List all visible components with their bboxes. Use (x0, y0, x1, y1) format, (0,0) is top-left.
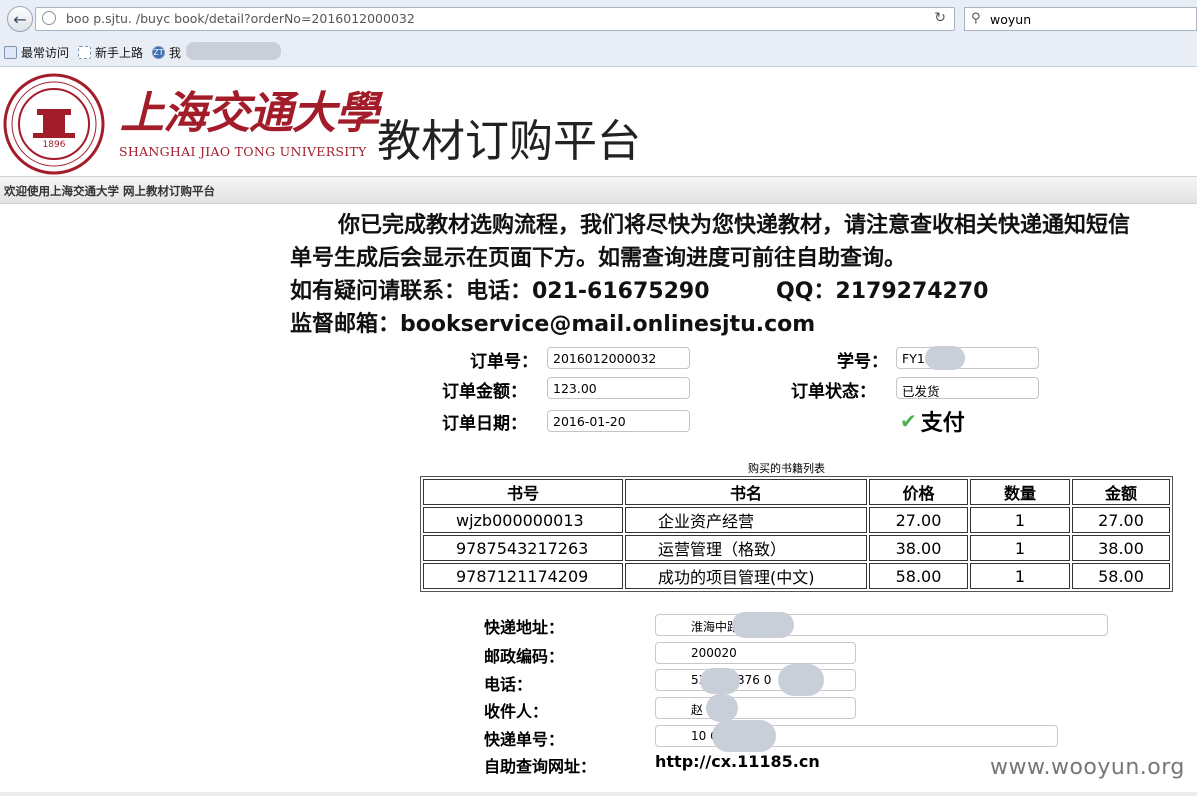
welcome-bar: 欢迎使用上海交通大学 网上教材订购平台 (0, 176, 1197, 204)
cell-qty: 1 (970, 563, 1070, 589)
table-row: wjzb000000013 企业资产经营 27.00 1 27.00 (423, 507, 1170, 533)
redacted-blur (778, 664, 824, 696)
notice-line-3-qq: QQ：2179274270 (776, 279, 989, 304)
cell-price: 27.00 (869, 507, 968, 533)
seal-year: 1896 (43, 140, 66, 150)
search-box[interactable]: ⚲ woyun (964, 7, 1197, 31)
col-header-isbn: 书号 (423, 479, 623, 505)
redacted-blur (186, 42, 281, 60)
books-caption: 购买的书籍列表 (748, 462, 825, 475)
address-label: 快递地址： (484, 618, 565, 637)
bookmark-most-visited[interactable]: 最常访问 (4, 44, 69, 61)
pay-label: 支付 (920, 411, 965, 436)
query-url-link[interactable]: http://cx.11185.cn (655, 752, 820, 771)
cell-qty: 1 (970, 507, 1070, 533)
university-name-cn: 上海交通大學 (120, 88, 379, 139)
back-arrow-icon: ← (13, 9, 27, 29)
cell-qty: 1 (970, 535, 1070, 561)
tracking-label: 快递单号： (484, 730, 565, 749)
postcode-label: 邮政编码： (484, 647, 565, 666)
platform-title: 教材订购平台 (377, 116, 641, 167)
table-header-row: 书号 书名 价格 数量 金额 (423, 479, 1170, 505)
order-date-field: 2016-01-20 (547, 410, 690, 432)
redacted-blur (700, 668, 740, 694)
query-url-label: 自助查询网址： (484, 757, 597, 776)
cell-amount: 38.00 (1072, 535, 1170, 561)
globe-icon (42, 11, 56, 25)
page-bottom-divider (0, 792, 1197, 796)
redacted-blur (712, 720, 776, 752)
browser-toolbar: ← boo p.sjtu. /buyc book/detail?orderNo=… (0, 0, 1197, 67)
student-id-field: FY13 8 (896, 347, 1039, 369)
cell-title: 运营管理（格致） (625, 535, 867, 561)
address-field: 淮海中路 弄 号 (655, 614, 1108, 636)
cell-title: 企业资产经营 (625, 507, 867, 533)
bookmark-mine[interactable]: ZT 我 (152, 44, 181, 61)
search-input[interactable]: woyun (990, 12, 1031, 27)
cell-title: 成功的项目管理(中文) (625, 563, 867, 589)
col-header-amount: 金额 (1072, 479, 1170, 505)
redacted-blur (732, 612, 794, 638)
university-seal-icon: 1896 (3, 73, 105, 175)
cell-isbn: 9787121174209 (423, 563, 623, 589)
phone-field: 53 52/1376 0 (655, 669, 856, 691)
cell-amount: 27.00 (1072, 507, 1170, 533)
student-id-label: 学号： (837, 352, 888, 372)
watermark: www.wooyun.org (990, 755, 1185, 780)
col-header-title: 书名 (625, 479, 867, 505)
bookmark-getting-started[interactable]: 新手上路 (78, 44, 143, 61)
recipient-label: 收件人： (484, 702, 549, 721)
address-bar[interactable]: boo p.sjtu. /buyc book/detail?orderNo=20… (35, 7, 955, 31)
back-button[interactable]: ← (7, 6, 33, 32)
welcome-text: 欢迎使用上海交通大学 网上教材订购平台 (4, 184, 216, 198)
notice-line-1: 你已完成教材选购流程，我们将尽快为您快递教材，请注意查收相关快递通知短信 (338, 213, 1131, 238)
books-table: 书号 书名 价格 数量 金额 wjzb000000013 企业资产经营 27.0… (420, 476, 1173, 592)
university-name-en: SHANGHAI JIAO TONG UNIVERSITY (119, 144, 367, 159)
zt-icon: ZT (152, 46, 165, 59)
redacted-blur (925, 346, 965, 370)
pay-status: ✔ 支付 (900, 405, 965, 437)
order-no-field: 2016012000032 (547, 347, 690, 369)
cell-amount: 58.00 (1072, 563, 1170, 589)
notice-line-2: 单号生成后会显示在页面下方。如需查询进度可前往自助查询。 (290, 246, 907, 271)
cell-price: 58.00 (869, 563, 968, 589)
postcode-field: 200020 (655, 642, 856, 664)
order-status-label: 订单状态： (791, 382, 876, 402)
order-no-label: 订单号： (470, 352, 538, 372)
table-row: 9787543217263 运营管理（格致） 38.00 1 38.00 (423, 535, 1170, 561)
order-status-field: 已发货 (896, 377, 1039, 399)
redacted-blur (706, 694, 738, 722)
order-amount-field: 123.00 (547, 377, 690, 399)
cell-isbn: 9787543217263 (423, 535, 623, 561)
cell-isbn: wjzb000000013 (423, 507, 623, 533)
cell-price: 38.00 (869, 535, 968, 561)
recipient-field: 赵 (655, 697, 856, 719)
order-amount-label: 订单金额： (442, 382, 527, 402)
site-header: 1896 上海交通大學 SHANGHAI JIAO TONG UNIVERSIT… (0, 67, 1197, 175)
bookmark-icon (4, 46, 17, 59)
notice-line-4-email: 监督邮箱：bookservice@mail.onlinesjtu.com (290, 312, 816, 337)
url-text: boo p.sjtu. /buyc book/detail?orderNo=20… (66, 11, 415, 26)
checkmark-icon: ✔ (900, 409, 917, 433)
col-header-qty: 数量 (970, 479, 1070, 505)
order-date-label: 订单日期： (442, 414, 527, 434)
table-row: 9787121174209 成功的项目管理(中文) 58.00 1 58.00 (423, 563, 1170, 589)
page-icon (78, 46, 91, 59)
bookmarks-bar: 最常访问 新手上路 ZT 我 (0, 40, 1197, 64)
notice-line-3-phone: 如有疑问请联系：电话：021-61675290 (290, 279, 710, 304)
phone-label: 电话： (484, 675, 533, 694)
reload-icon[interactable]: ↻ (934, 10, 946, 26)
search-icon: ⚲ (971, 11, 981, 26)
col-header-price: 价格 (869, 479, 968, 505)
